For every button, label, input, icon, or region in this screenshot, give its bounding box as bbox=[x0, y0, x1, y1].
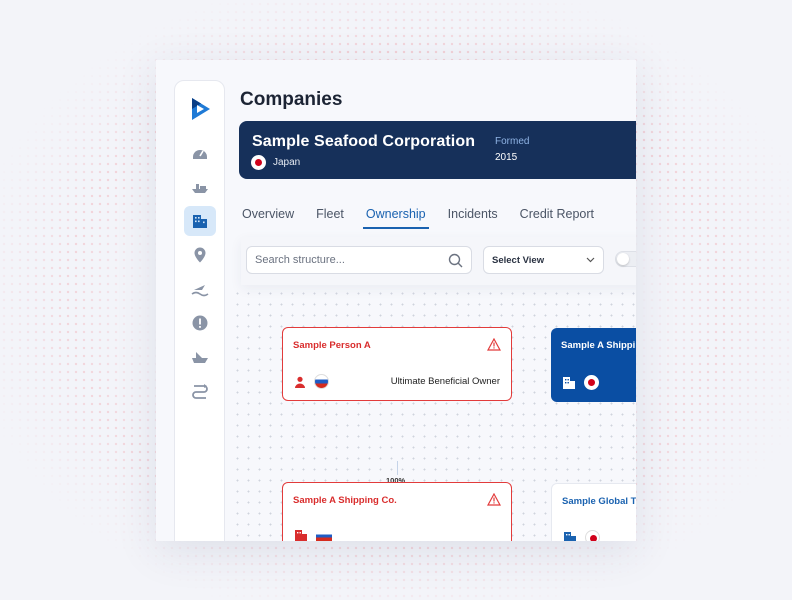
node-icons bbox=[294, 529, 332, 541]
page-title: Companies bbox=[240, 89, 343, 110]
tab-incidents[interactable]: Incidents bbox=[448, 207, 498, 229]
tab-ownership[interactable]: Ownership bbox=[362, 207, 429, 229]
dashboard-gauge-icon bbox=[193, 150, 207, 159]
company-tabs: Overview Fleet Ownership Incidents Credi… bbox=[242, 207, 616, 229]
sidebar-item-companies[interactable] bbox=[184, 206, 216, 236]
russia-flag-icon bbox=[316, 530, 332, 541]
warning-icon bbox=[487, 338, 501, 351]
warning-icon bbox=[487, 493, 501, 506]
node-icons bbox=[294, 374, 329, 389]
structure-node-person-a[interactable]: Sample Person A Ultimate Beneficial Owne… bbox=[282, 327, 512, 401]
view-toggle[interactable] bbox=[615, 251, 636, 267]
company-name: Sample Seafood Corporation bbox=[252, 133, 476, 150]
tab-credit-report[interactable]: Credit Report bbox=[520, 207, 594, 229]
view-select[interactable]: Select View bbox=[483, 246, 604, 274]
sidebar-item-vessels[interactable] bbox=[184, 342, 216, 372]
japan-flag-icon bbox=[251, 155, 266, 170]
sidebar-item-fishing[interactable] bbox=[184, 274, 216, 304]
sidebar-item-dashboard[interactable] bbox=[184, 138, 216, 168]
tab-fleet[interactable]: Fleet bbox=[316, 207, 344, 229]
sidebar-item-routes[interactable] bbox=[184, 376, 216, 406]
sidebar bbox=[174, 80, 225, 541]
search-icon[interactable] bbox=[448, 253, 463, 268]
fishing-icon bbox=[191, 285, 209, 297]
formed-value: 2015 bbox=[495, 152, 518, 163]
search-box bbox=[246, 246, 472, 274]
building-icon bbox=[295, 530, 307, 541]
node-title: Sample A Shipping Co. bbox=[293, 495, 397, 506]
route-icon bbox=[192, 384, 208, 399]
view-select-value: Select View bbox=[492, 254, 545, 266]
sidebar-item-incidents[interactable] bbox=[184, 308, 216, 338]
sidebar-item-locations[interactable] bbox=[184, 240, 216, 270]
search-input[interactable] bbox=[255, 254, 448, 266]
node-role: Ultimate Beneficial Owner bbox=[390, 376, 500, 387]
chevron-down-icon bbox=[586, 257, 595, 263]
formed-label: Formed bbox=[495, 136, 530, 147]
russia-flag-icon bbox=[314, 374, 329, 389]
alert-icon bbox=[192, 315, 208, 331]
node-icons bbox=[562, 375, 599, 390]
structure-node-shipping-blue[interactable]: Sample A Shippi bbox=[551, 328, 636, 402]
structure-toolbar: Select View bbox=[241, 237, 636, 285]
node-title: Sample Global T bbox=[562, 496, 636, 507]
japan-flag-icon bbox=[585, 530, 600, 541]
company-header-banner: Sample Seafood Corporation Japan Formed … bbox=[239, 121, 636, 179]
sidebar-item-ships[interactable] bbox=[184, 172, 216, 202]
japan-flag-icon bbox=[584, 375, 599, 390]
app-window: Companies Sample Seafood Corporation Jap… bbox=[156, 60, 636, 541]
company-country: Japan bbox=[251, 155, 300, 170]
person-icon bbox=[295, 376, 305, 388]
tab-overview[interactable]: Overview bbox=[242, 207, 294, 229]
company-country-label: Japan bbox=[273, 157, 301, 168]
structure-node-shipping-co[interactable]: Sample A Shipping Co. bbox=[282, 482, 512, 541]
node-title: Sample Person A bbox=[293, 340, 371, 351]
building-icon bbox=[193, 215, 207, 228]
node-title: Sample A Shippi bbox=[561, 340, 636, 351]
app-logo-icon[interactable] bbox=[190, 96, 212, 122]
vessel-icon bbox=[192, 352, 208, 363]
building-icon bbox=[564, 532, 576, 541]
building-icon bbox=[563, 377, 575, 389]
location-pin-icon bbox=[194, 247, 206, 263]
ship-icon bbox=[192, 184, 208, 193]
structure-node-global[interactable]: Sample Global T bbox=[551, 483, 636, 541]
node-icons bbox=[563, 530, 600, 541]
